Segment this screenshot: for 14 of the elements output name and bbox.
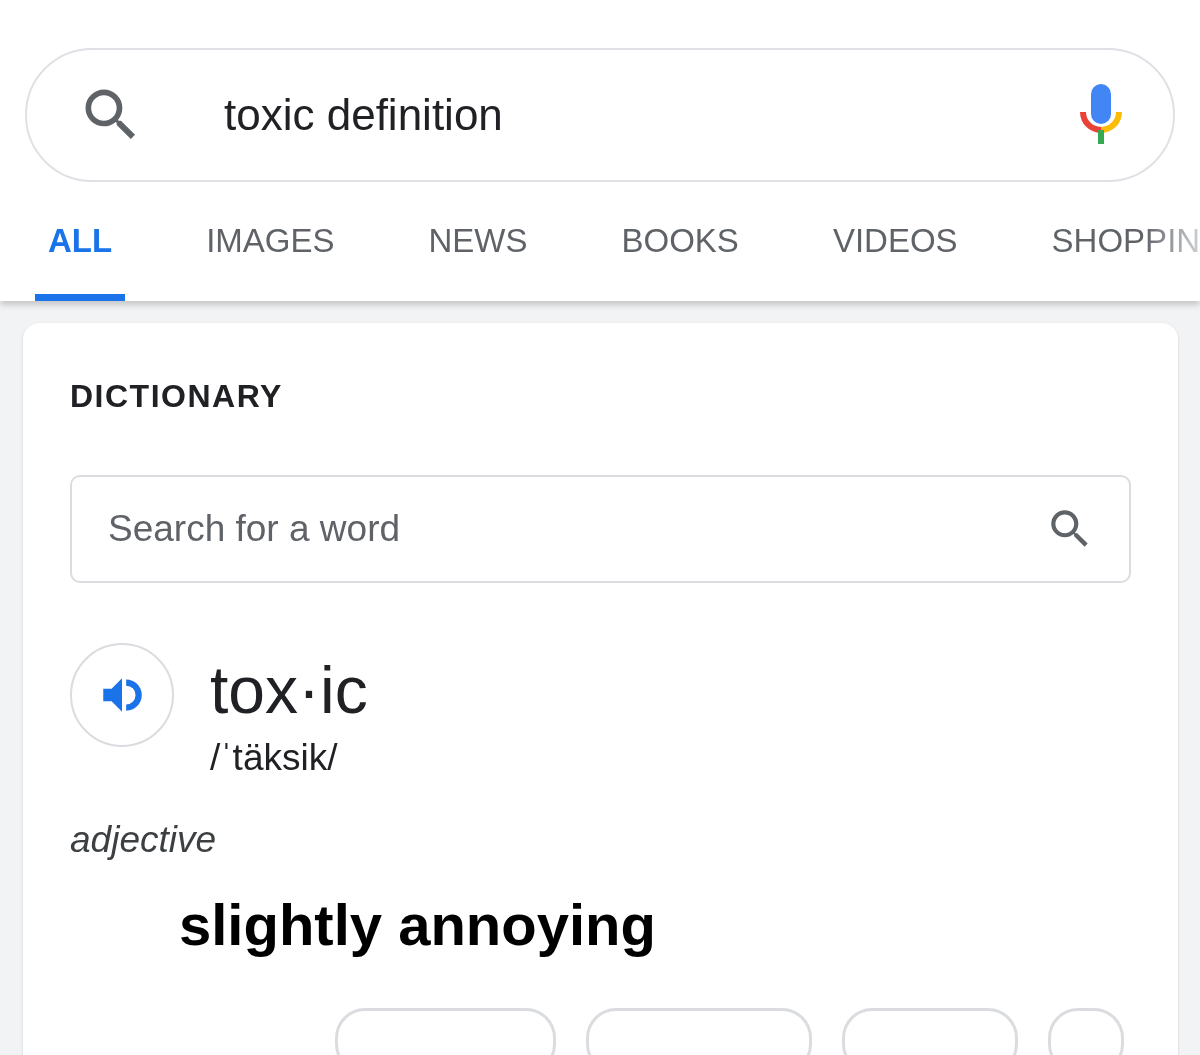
tab[interactable]: IMAGES bbox=[193, 182, 348, 301]
tab[interactable]: BOOKS bbox=[608, 182, 752, 301]
tab[interactable]: ALL bbox=[35, 182, 126, 301]
tab[interactable]: VIDEOS bbox=[819, 182, 971, 301]
definition: slightly annoying bbox=[179, 891, 657, 958]
part-of-speech: adjective bbox=[70, 819, 218, 861]
pronunciation: /ˈtäksik/ bbox=[210, 737, 339, 779]
search-input[interactable]: toxic definition bbox=[222, 89, 1079, 141]
card-heading: DICTIONARY bbox=[70, 378, 284, 415]
microphone-icon[interactable] bbox=[1079, 84, 1123, 146]
headword: tox·ic bbox=[210, 657, 368, 723]
word-search-field[interactable]: Search for a word bbox=[70, 475, 1131, 583]
search-bar[interactable]: toxic definition bbox=[25, 48, 1175, 182]
tab[interactable]: NEWS bbox=[415, 182, 541, 301]
